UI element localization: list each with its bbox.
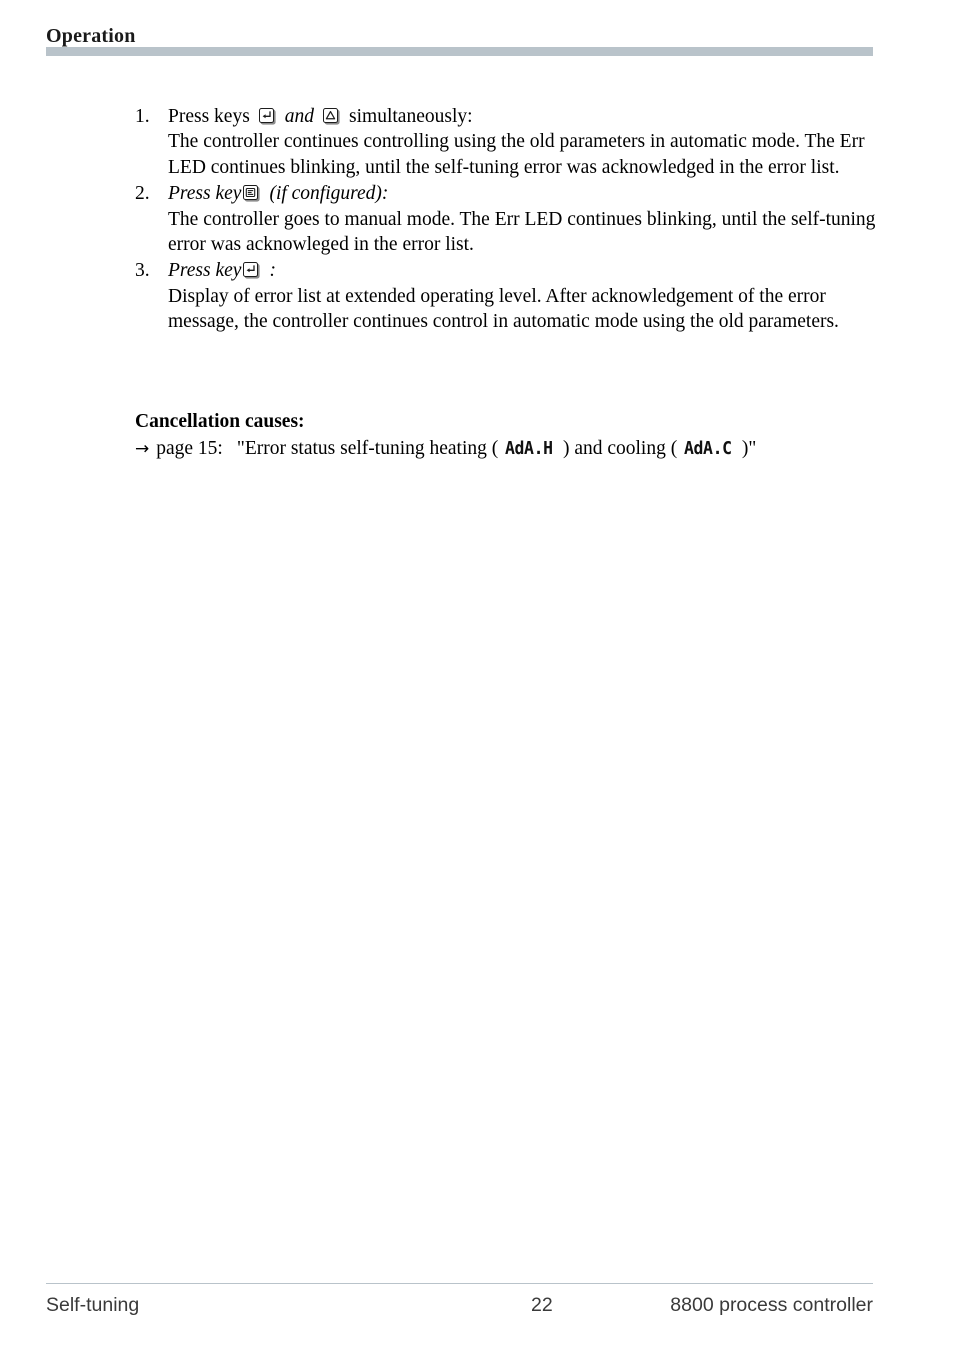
cancellation-causes-section: Cancellation causes: → page 15: "Error sta… [135, 409, 895, 463]
list-item-body: Press key (if configured): The controller… [168, 181, 880, 257]
list-item-number: 1. [135, 106, 150, 127]
lead-prefix-text: Press key [168, 183, 242, 205]
cancellation-reference-line: → page 15: "Error status self-tuning heati… [135, 436, 895, 462]
list-item-lead: Press key: [168, 258, 880, 283]
segment-code-heating: AdA.H [505, 439, 553, 460]
cancellation-causes-heading: Cancellation causes: [135, 411, 305, 432]
reference-page: page 15: [156, 438, 223, 460]
list-item-number: 3. [135, 260, 150, 282]
page-header: Operation [46, 24, 874, 48]
list-item-number: 2. [135, 183, 150, 205]
manual-key-icon [243, 185, 260, 202]
segment-code-cooling: AdA.C [684, 439, 732, 460]
lead-suffix-text: (if configured): [269, 183, 389, 205]
up-arrow-key-icon [323, 108, 340, 125]
footer-section-name: Self-tuning [46, 1294, 140, 1316]
footer-divider [46, 1283, 873, 1284]
reference-quote-close: )" [741, 438, 757, 460]
right-arrow-icon: → [135, 439, 150, 460]
lead-conjunction: and [284, 106, 315, 127]
page-title: Operation [46, 25, 136, 47]
list-item-text: Display of error list at extended operat… [168, 285, 839, 333]
header-divider [46, 47, 873, 56]
lead-suffix-text: : [269, 260, 276, 282]
list-item-text: The controller goes to manual mode. The … [168, 208, 876, 256]
page-footer: Self-tuning 22 8800 process controller [46, 1294, 873, 1322]
instruction-list: 1. Press keys and simultaneously: The cont… [135, 104, 880, 336]
footer-product-name: 8800 process controller [670, 1294, 873, 1316]
list-item: 1. Press keys and simultaneously: The cont… [135, 104, 880, 180]
lead-suffix-text: simultaneously: [349, 106, 473, 127]
list-item-lead: Press key (if configured): [168, 181, 880, 206]
reference-middle: ) and cooling ( [562, 438, 678, 460]
footer-page-number: 22 [531, 1294, 553, 1316]
list-item: 3. Press key: Display of error list at e… [135, 258, 880, 334]
lead-prefix-text: Press key [168, 260, 242, 282]
list-item-body: Press key: Display of error list at exte… [168, 258, 880, 334]
list-item-lead: Press keys and simultaneously: [168, 104, 880, 129]
list-item-text: The controller continues controlling usi… [168, 131, 865, 178]
document-page: Operation 1. Press keys and simultaneously… [0, 0, 954, 1351]
list-item: 2. Press key (if configured): The control… [135, 181, 880, 257]
enter-key-icon [258, 108, 276, 125]
enter-key-icon [243, 262, 260, 279]
lead-prefix-text: Press keys [168, 106, 250, 127]
reference-quote-open: "Error status self-tuning heating ( [236, 438, 499, 460]
list-item-body: Press keys and simultaneously: The control… [168, 104, 880, 180]
